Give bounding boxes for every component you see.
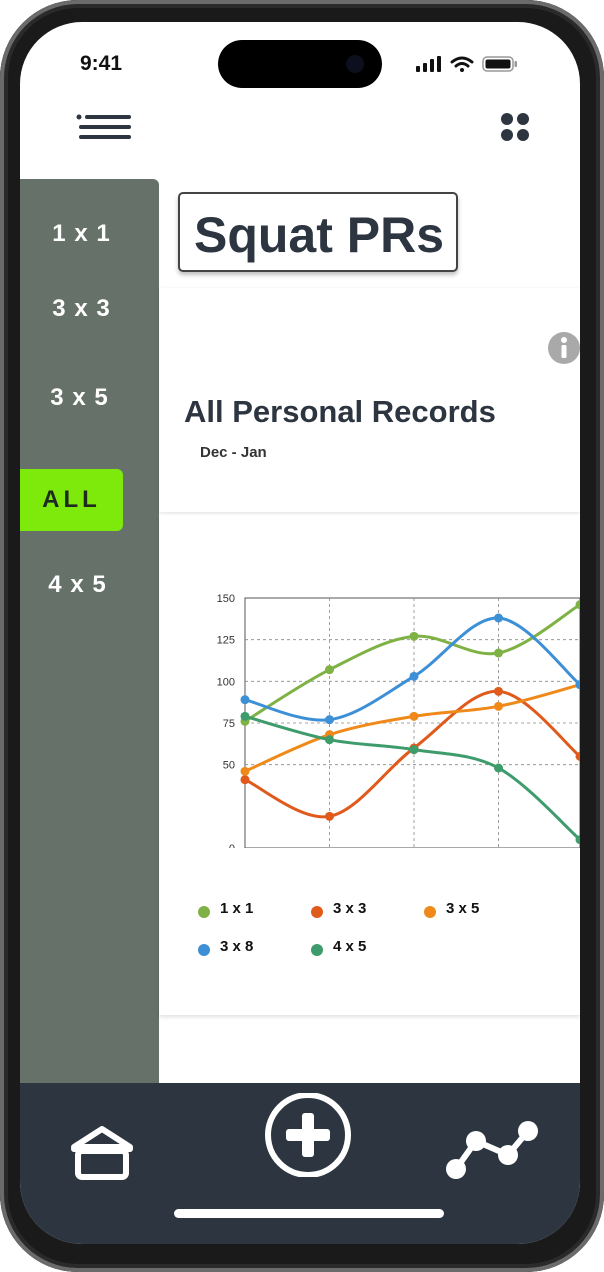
chart-data-point <box>240 766 250 776</box>
bottom-nav-bar <box>20 1083 580 1244</box>
legend-swatch <box>311 944 323 956</box>
chart-series-line <box>244 603 580 723</box>
legend-label: 1 x 1 <box>220 899 254 917</box>
home-icon[interactable] <box>68 1123 136 1183</box>
chart-series-line <box>244 683 580 773</box>
chart-data-point <box>409 671 419 681</box>
chart-y-tick-label: 125 <box>217 635 235 647</box>
chart-data-point <box>494 763 503 773</box>
records-title: All Personal Records <box>184 394 496 429</box>
legend-label: 3 x 5 <box>446 899 480 917</box>
chart-data-point <box>240 711 250 721</box>
status-bar: 9:41 <box>20 22 580 102</box>
sidebar-item-all[interactable]: ALL <box>20 469 123 531</box>
sidebar-item-1x1[interactable]: 1 x 1 <box>20 220 151 248</box>
status-time: 9:41 <box>80 52 123 75</box>
legend-swatch <box>311 906 323 918</box>
legend-item: 4 x 5 <box>311 936 366 956</box>
chart-data-point <box>409 631 419 641</box>
sidebar-item-3x5[interactable]: 3 x 5 <box>20 384 149 412</box>
grid-menu-icon[interactable] <box>500 112 530 142</box>
rep-scheme-sidebar: 1 x 1 3 x 3 3 x 5 3 x 8 4 x 5 <box>20 179 159 1179</box>
status-icons <box>416 56 518 72</box>
add-icon[interactable] <box>262 1093 354 1177</box>
sidebar-item-3x3[interactable]: 3 x 3 <box>20 295 151 323</box>
info-icon[interactable] <box>547 331 580 365</box>
chart-data-point <box>240 695 250 705</box>
chart-series-line <box>244 689 580 819</box>
home-indicator[interactable] <box>174 1209 444 1218</box>
legend-swatch <box>198 944 210 956</box>
chart-series-line <box>244 714 580 841</box>
chart-data-point <box>494 686 503 696</box>
dynamic-island <box>218 40 382 88</box>
page-title: Squat PRs <box>194 207 445 263</box>
chart-y-tick-label: 100 <box>217 676 235 688</box>
battery-icon <box>482 56 517 72</box>
legend-swatch <box>424 906 436 918</box>
legend-label: 3 x 3 <box>333 899 367 917</box>
legend-item: 3 x 8 <box>198 936 253 956</box>
sidebar-item-4x5[interactable]: 4 x 5 <box>20 571 147 599</box>
progress-graph-icon[interactable] <box>442 1115 540 1183</box>
legend-swatch <box>198 906 210 918</box>
legend-item: 3 x 5 <box>424 898 479 918</box>
signal-icon <box>416 56 441 72</box>
chart-data-point <box>409 711 419 721</box>
chart-data-point <box>409 745 419 755</box>
chart-y-tick-label: 50 <box>223 760 235 772</box>
camera-icon <box>346 55 364 73</box>
chart-data-point <box>240 775 250 785</box>
chart-y-tick-label: 0 <box>229 843 235 848</box>
records-date-range: Dec - Jan <box>200 444 267 461</box>
page-title-box: Squat PRs <box>178 192 458 272</box>
chart-data-point <box>325 735 334 745</box>
app-screen: 9:41 1 x 1 3 x 3 3 x 5 3 x 8 4 x 5 ALL S… <box>20 22 580 1244</box>
chart-data-point <box>325 665 334 675</box>
chart-data-point <box>494 648 503 658</box>
legend-item: 3 x 3 <box>311 898 366 918</box>
menu-icon[interactable] <box>76 112 136 142</box>
records-line-chart: 05075100125150OCT '23NOV '23DEC '23JAN '… <box>217 593 580 848</box>
chart-data-point <box>325 811 334 821</box>
legend-item: 1 x 1 <box>198 898 253 918</box>
legend-label: 4 x 5 <box>333 937 367 955</box>
chart-data-point <box>325 715 334 725</box>
chart-legend: 1 x 1 3 x 3 3 x 5 3 x 8 4 x 5 <box>198 898 568 978</box>
legend-label: 3 x 8 <box>220 937 254 955</box>
chart-y-tick-label: 150 <box>217 593 235 605</box>
chart-data-point <box>494 701 503 711</box>
chart-y-tick-label: 75 <box>223 718 235 730</box>
wifi-icon <box>450 56 474 72</box>
chart-data-point <box>494 613 503 623</box>
